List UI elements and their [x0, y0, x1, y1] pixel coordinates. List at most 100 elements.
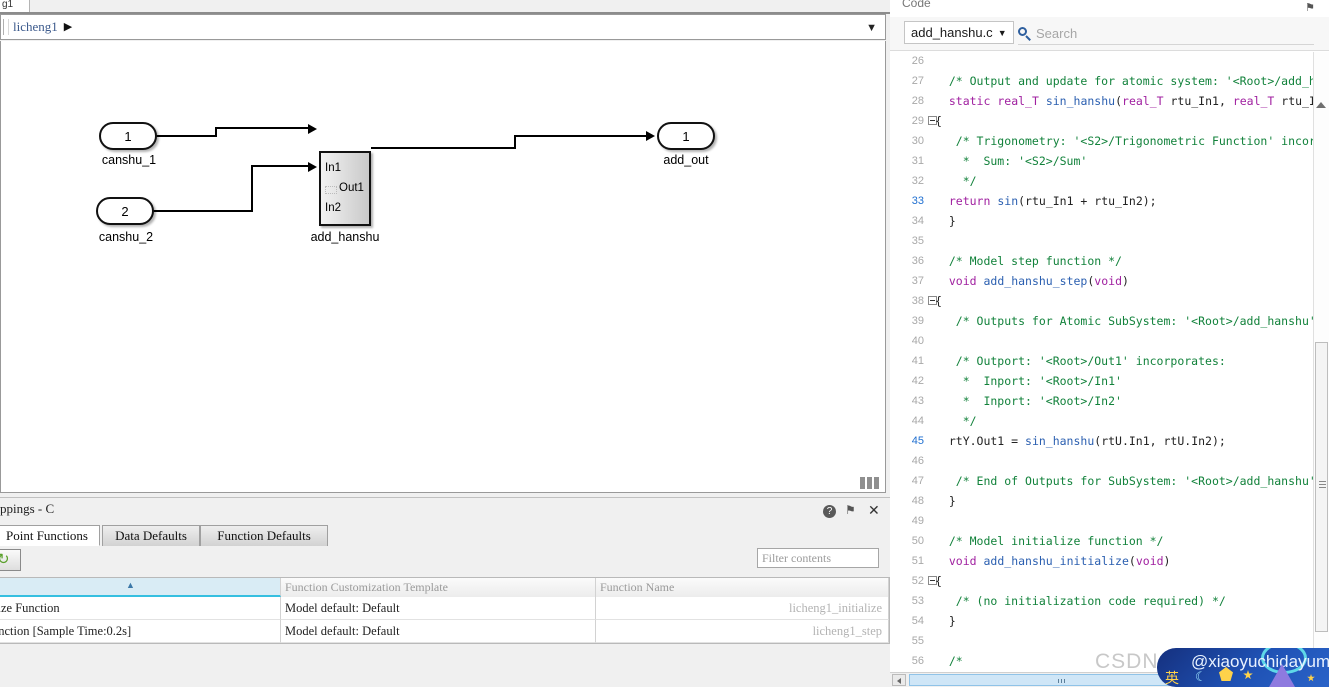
code-line[interactable]: 37 void add_hanshu_step(void)	[890, 271, 1329, 291]
filter-contents-input[interactable]: Filter contents	[757, 548, 879, 568]
code-line[interactable]: 40	[890, 331, 1329, 351]
line-number: 49	[911, 515, 924, 527]
code-line[interactable]: 39 /* Outputs for Atomic SubSystem: '<Ro…	[890, 311, 1329, 331]
code-line[interactable]: 29 {	[890, 111, 1329, 131]
pin-icon[interactable]: ⚑	[845, 504, 859, 518]
tab-function-defaults[interactable]: Function Defaults	[200, 525, 328, 546]
breadcrumb-drag-handle[interactable]	[3, 19, 9, 35]
model-canvas[interactable]: 1 canshu_1 2 canshu_2 In1 In2 Out1 add_h…	[0, 41, 886, 493]
line-number: 38	[911, 295, 924, 307]
code-vertical-scroll-thumb[interactable]	[1315, 342, 1328, 632]
code-line[interactable]: 41 /* Outport: '<Root>/Out1' incorporate…	[890, 351, 1329, 371]
code-line[interactable]: 27 /* Output and update for atomic syste…	[890, 71, 1329, 91]
code-line[interactable]: 45 rtY.Out1 = sin_hanshu(rtU.In1, rtU.In…	[890, 431, 1329, 451]
code-editor[interactable]: 26 27 /* Output and update for atomic sys…	[890, 50, 1329, 676]
line-number: 51	[911, 555, 924, 567]
block-canshu-1-label: canshu_1	[101, 153, 157, 167]
application-window: g1 licheng1 ▶ ▼ 1 canshu_1 2 canshu_2 In…	[0, 0, 1329, 687]
code-view-pin-icon[interactable]: ⚑	[1305, 1, 1315, 14]
code-line-text: */	[935, 174, 977, 188]
line-number: 54	[911, 615, 924, 627]
code-line[interactable]: 26	[890, 51, 1329, 71]
line-number: 39	[911, 315, 924, 327]
code-search-input[interactable]: Search	[1018, 22, 1314, 45]
code-line[interactable]: 48 }	[890, 491, 1329, 511]
code-line[interactable]: 31 * Sum: '<S2>/Sum'	[890, 151, 1329, 171]
code-line-text: {	[935, 114, 942, 128]
code-line-text: /* Outputs for Atomic SubSystem: '<Root>…	[935, 314, 1329, 328]
tab-data-defaults-label: Data Defaults	[115, 528, 187, 543]
code-line[interactable]: 34 }	[890, 211, 1329, 231]
code-mappings-title: ppings - C	[0, 501, 55, 516]
line-number: 27	[911, 75, 924, 87]
line-number: 28	[911, 95, 924, 107]
block-canshu-2[interactable]: 2	[96, 197, 154, 225]
table-row[interactable]: Function [Sample Time:0.2s] Model defaul…	[0, 620, 889, 643]
code-line-text: void add_hanshu_initialize(void)	[948, 554, 1171, 568]
code-line[interactable]: 32 */	[890, 171, 1329, 191]
line-number: 33	[911, 195, 924, 207]
wire-arrow-addout	[646, 131, 655, 141]
code-vertical-scrollbar[interactable]	[1313, 52, 1329, 670]
table-row[interactable]: ialize Function Model default: Default l…	[0, 597, 889, 620]
breadcrumb-model-name[interactable]: licheng1	[13, 19, 58, 35]
code-line[interactable]: 43 * Inport: '<Root>/In2'	[890, 391, 1329, 411]
code-line[interactable]: 53 /* (no initialization code required) …	[890, 591, 1329, 611]
cell-template: Model default: Default	[281, 620, 596, 643]
code-line[interactable]: 33 return sin(rtu_In1 + rtu_In2);	[890, 191, 1329, 211]
code-line[interactable]: 50 /* Model initialize function */	[890, 531, 1329, 551]
canvas-resize-grip[interactable]	[860, 477, 882, 489]
file-select-dropdown[interactable]: add_hanshu.c ▼	[904, 21, 1014, 44]
tab-entry-point-functions-label: Point Functions	[6, 527, 88, 543]
help-icon[interactable]: ?	[823, 504, 836, 518]
tab-licheng1[interactable]: g1	[0, 0, 30, 12]
code-line[interactable]: 30 /* Trigonometry: '<S2>/Trigonometric …	[890, 131, 1329, 151]
line-number: 44	[911, 415, 924, 427]
code-line[interactable]: 35	[890, 231, 1329, 251]
code-line[interactable]: 49	[890, 511, 1329, 531]
scroll-up-icon[interactable]	[1316, 102, 1326, 108]
code-line-text: * Inport: '<Root>/In1'	[935, 374, 1122, 388]
code-line[interactable]: 46	[890, 451, 1329, 471]
code-line-text: /* Model step function */	[935, 254, 1122, 268]
code-line[interactable]: 38 {	[890, 291, 1329, 311]
code-line[interactable]: 28 static real_T sin_hanshu(real_T rtu_I…	[890, 91, 1329, 111]
code-line[interactable]: 36 /* Model step function */	[890, 251, 1329, 271]
code-line[interactable]: 44 */	[890, 411, 1329, 431]
line-number: 35	[911, 235, 924, 247]
column-header-template[interactable]: Function Customization Template	[281, 578, 596, 597]
block-add-hanshu[interactable]: In1 In2 Out1	[319, 151, 371, 226]
breadcrumb[interactable]: licheng1 ▶ ▼	[0, 14, 886, 40]
code-mappings-panel-actions: ? ⚑ ✕	[823, 503, 882, 518]
refresh-button[interactable]: ↻	[0, 549, 21, 571]
block-add-out[interactable]: 1	[657, 122, 715, 150]
scroll-left-button[interactable]	[892, 674, 906, 686]
wire-canshu2-seg2	[251, 165, 253, 212]
tab-data-defaults[interactable]: Data Defaults	[102, 525, 200, 546]
code-line-text: {	[935, 294, 942, 308]
column-header-function-name[interactable]: Function Name	[596, 578, 889, 597]
code-line[interactable]: 42 * Inport: '<Root>/In1'	[890, 371, 1329, 391]
tab-function-defaults-label: Function Defaults	[217, 528, 311, 543]
simulink-model-pane: g1 licheng1 ▶ ▼ 1 canshu_1 2 canshu_2 In…	[0, 0, 890, 687]
ime-language-indicator: 英	[1165, 670, 1179, 686]
code-line[interactable]: 54 }	[890, 611, 1329, 631]
ime-overlay-widget[interactable]: @xiaoyuchidayuma 英 ☾	[1157, 648, 1329, 687]
chevron-down-icon[interactable]: ▼	[866, 22, 877, 34]
block-canshu-1[interactable]: 1	[99, 122, 157, 150]
column-header-source[interactable]: rce ▲	[0, 578, 281, 597]
code-line[interactable]: 47 /* End of Outputs for SubSystem: '<Ro…	[890, 471, 1329, 491]
block-canshu-2-label: canshu_2	[98, 230, 154, 244]
tab-licheng1-label: g1	[2, 0, 14, 10]
close-icon[interactable]: ✕	[868, 503, 882, 518]
code-line-text: /* Model initialize function */	[935, 534, 1164, 548]
code-line[interactable]: 52 {	[890, 571, 1329, 591]
line-number: 45	[911, 435, 924, 447]
code-line[interactable]: 51 void add_hanshu_initialize(void)	[890, 551, 1329, 571]
line-number: 31	[911, 155, 924, 167]
line-number: 42	[911, 375, 924, 387]
tab-entry-point-functions[interactable]: Point Functions	[0, 525, 100, 546]
code-line-text: * Inport: '<Root>/In2'	[935, 394, 1122, 408]
wire-out-seg2	[514, 135, 516, 149]
wire-canshu1-seg1	[156, 135, 216, 137]
